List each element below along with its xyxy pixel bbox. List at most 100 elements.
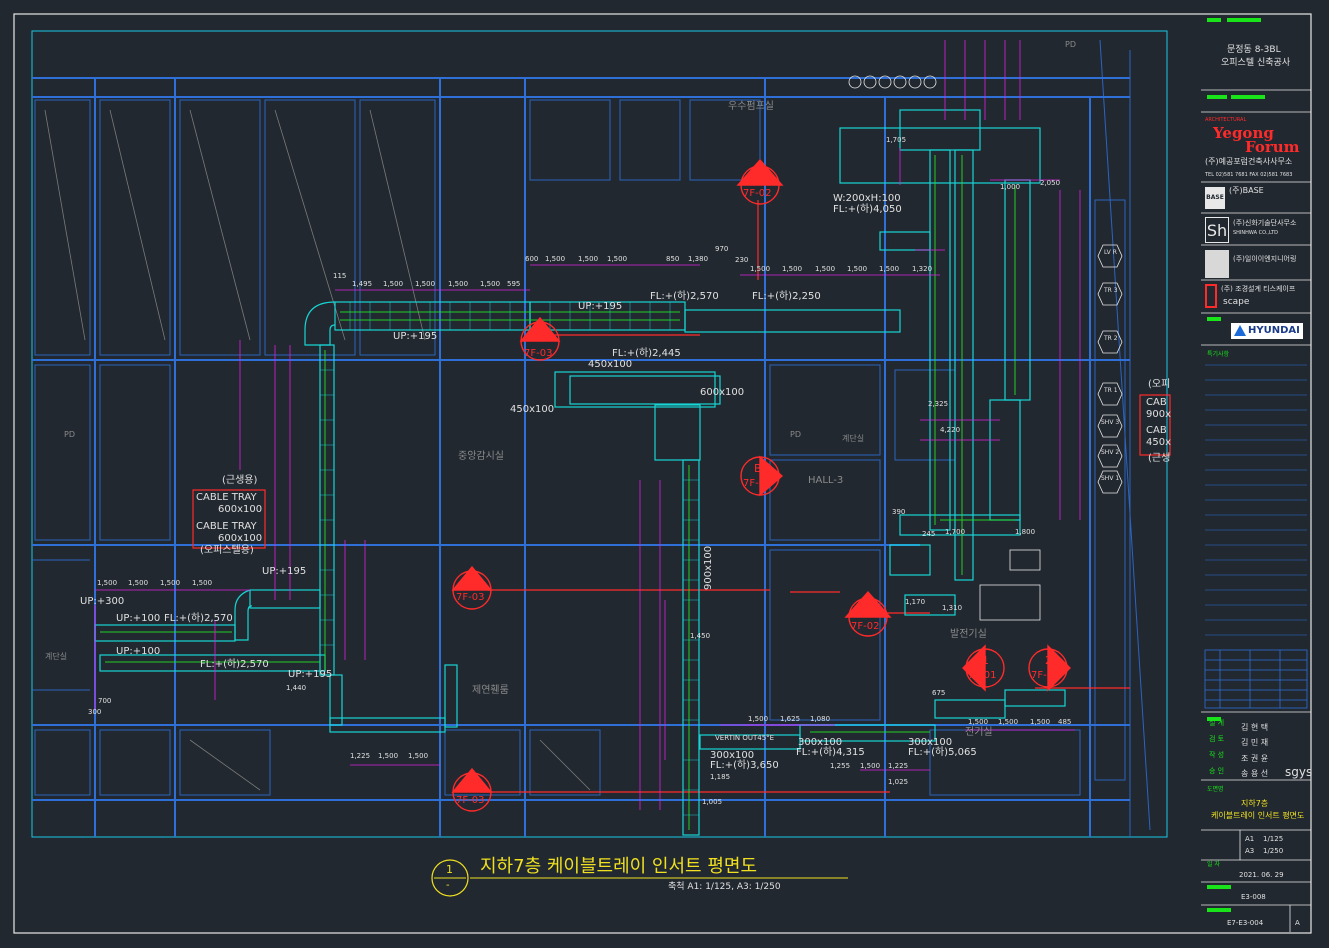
drawing-name-line1: 지하7층: [1241, 799, 1269, 808]
section-marker-1[interactable]: 1: [982, 654, 989, 667]
section-marker-d[interactable]: D: [467, 779, 475, 792]
title-block-bar: [1207, 18, 1221, 22]
dimension-text: 1,025: [888, 778, 909, 786]
title-block-bar: [1227, 18, 1261, 22]
dimension-text: 1,225: [888, 762, 909, 770]
dimension-text: 600: [525, 255, 539, 263]
dimension-text: 390: [892, 508, 906, 516]
dimension-text: 1,500: [160, 579, 181, 587]
tray-annotation: 600x100: [700, 387, 745, 398]
cable-tray-network: [94, 109, 1066, 836]
section-marker-4-sheet: 7F-02: [851, 621, 880, 632]
dimension-text: 1,500: [607, 255, 628, 263]
equipment-label: TR 2: [1104, 335, 1118, 342]
base-logo-icon: BASE: [1205, 187, 1225, 209]
dimension-text: 1,225: [350, 752, 371, 760]
room-label: 우수펌프실: [728, 101, 774, 112]
tray-annotation: FL:+(하)2,570: [164, 613, 233, 624]
firm-name-sub: SHINHWA CO.,LTD: [1233, 230, 1278, 236]
staff-name: 김 현 택: [1241, 723, 1269, 732]
dimension-text: 1,500: [815, 265, 836, 273]
scape-logo-icon: [1205, 284, 1217, 308]
equipment-label: SHV 1: [1101, 475, 1120, 482]
dimension-text: 1,005: [702, 798, 723, 806]
staff-role: 작 성: [1209, 751, 1225, 759]
right-note: CAB: [1146, 425, 1167, 436]
architect-name: (주)예공포럼건축사사무소: [1205, 157, 1293, 166]
structural-grid: [32, 77, 1130, 837]
dimension-text: 300: [88, 708, 102, 716]
engineering-logo-icon: [1205, 250, 1229, 278]
section-marker-4[interactable]: 4: [864, 602, 871, 615]
tray-annotation: UP:+195: [288, 669, 333, 680]
project-name-line2: 오피스텔 신축공사: [1221, 58, 1291, 68]
section-marker-a[interactable]: A: [535, 330, 543, 343]
section-marker-c[interactable]: C: [467, 577, 475, 590]
dimension-text: 2,325: [928, 400, 949, 408]
staff-role: 설 계: [1209, 719, 1225, 727]
dimension-text: 1,705: [886, 136, 907, 144]
firm-name: (주)신화기술단사무소: [1233, 219, 1297, 227]
staff-name: 송 용 선: [1241, 769, 1269, 778]
dimension-text: 1,500: [480, 280, 501, 288]
dimension-text: 1,170: [905, 598, 926, 606]
cad-drawing-canvas[interactable]: [0, 0, 1329, 948]
room-label: PD: [1065, 40, 1076, 49]
equipment-label: SHV 2: [1101, 449, 1120, 456]
section-marker-2[interactable]: 2: [1045, 654, 1052, 667]
right-note: 900x: [1146, 409, 1172, 420]
tray-annotation: FL:+(하)3,650: [710, 760, 779, 771]
architect-contact: TEL 02)581 7681 FAX 02)581 7683: [1205, 172, 1293, 178]
dimension-text: 1,500: [748, 715, 769, 723]
date-value: 2021. 06. 29: [1239, 871, 1284, 879]
room-label: 계단실: [45, 652, 68, 661]
dimension-text: 1,500: [998, 718, 1019, 726]
dimension-text: 700: [98, 697, 112, 705]
equipment-label: LV R: [1104, 249, 1117, 256]
section-marker-1-sheet: 7F-01: [968, 670, 997, 681]
tray-annotation: UP:+195: [393, 331, 438, 342]
tray-annotation: UP:+300: [80, 596, 125, 607]
dimension-text: 1,500: [860, 762, 881, 770]
dimension-text: 1,800: [1015, 528, 1036, 536]
dimension-text: 1,500: [128, 579, 149, 587]
right-note: CAB: [1146, 397, 1167, 408]
staff-name: 조 권 윤: [1241, 754, 1269, 763]
title-block: 문정동 8-3BL 오피스텔 신축공사 ARCHITECTURAL Yegong…: [1201, 14, 1312, 932]
tray-annotation: FL:+(하)2,570: [200, 659, 269, 670]
notes-heading: 특기사항: [1207, 351, 1230, 358]
title-block-bar: [1207, 95, 1227, 99]
tray-annotation: FL:+(하)2,250: [752, 291, 821, 302]
section-marker-3[interactable]: 3: [756, 170, 763, 183]
detail-sub: -: [446, 880, 450, 891]
dimension-text: 1,000: [1000, 183, 1021, 191]
tray-annotation: FL:+(하)2,570: [650, 291, 719, 302]
tray-label: CABLE TRAY: [196, 492, 257, 503]
scale-value: 1/250: [1263, 847, 1284, 855]
staff-role: 검 토: [1209, 735, 1225, 743]
dimension-text: 115: [333, 272, 347, 280]
equipment-label: SHV 3: [1101, 419, 1120, 426]
room-label: 발전기실: [950, 629, 987, 640]
dimension-text: 1,500: [97, 579, 118, 587]
right-note: (오피: [1148, 379, 1171, 390]
dimension-text: 1,310: [942, 604, 963, 612]
dimension-text: 1,500: [378, 752, 399, 760]
section-marker-b[interactable]: B: [754, 462, 762, 475]
dimension-text: 1,500: [415, 280, 436, 288]
section-marker-d-sheet: 7F-03: [456, 795, 485, 806]
tray-annotation: UP:+195: [578, 301, 623, 312]
dimension-text: 850: [666, 255, 680, 263]
dimension-text: 1,255: [830, 762, 851, 770]
dimension-text: 485: [1058, 718, 1072, 726]
dimension-text: 1,500: [192, 579, 213, 587]
hyundai-mark-icon: [1234, 325, 1246, 336]
tray-usage-label: (오피스텔용): [200, 545, 254, 556]
sheet-code: E3-008: [1241, 893, 1266, 901]
tray-annotation: FL:+(하)4,050: [833, 204, 902, 215]
dimension-text: 1,380: [688, 255, 709, 263]
tray-size-label: 600x100: [218, 533, 263, 544]
dimension-text: 970: [715, 245, 729, 253]
section-marker-b-sheet: 7F-03: [743, 478, 772, 489]
room-label: PD: [790, 430, 801, 439]
